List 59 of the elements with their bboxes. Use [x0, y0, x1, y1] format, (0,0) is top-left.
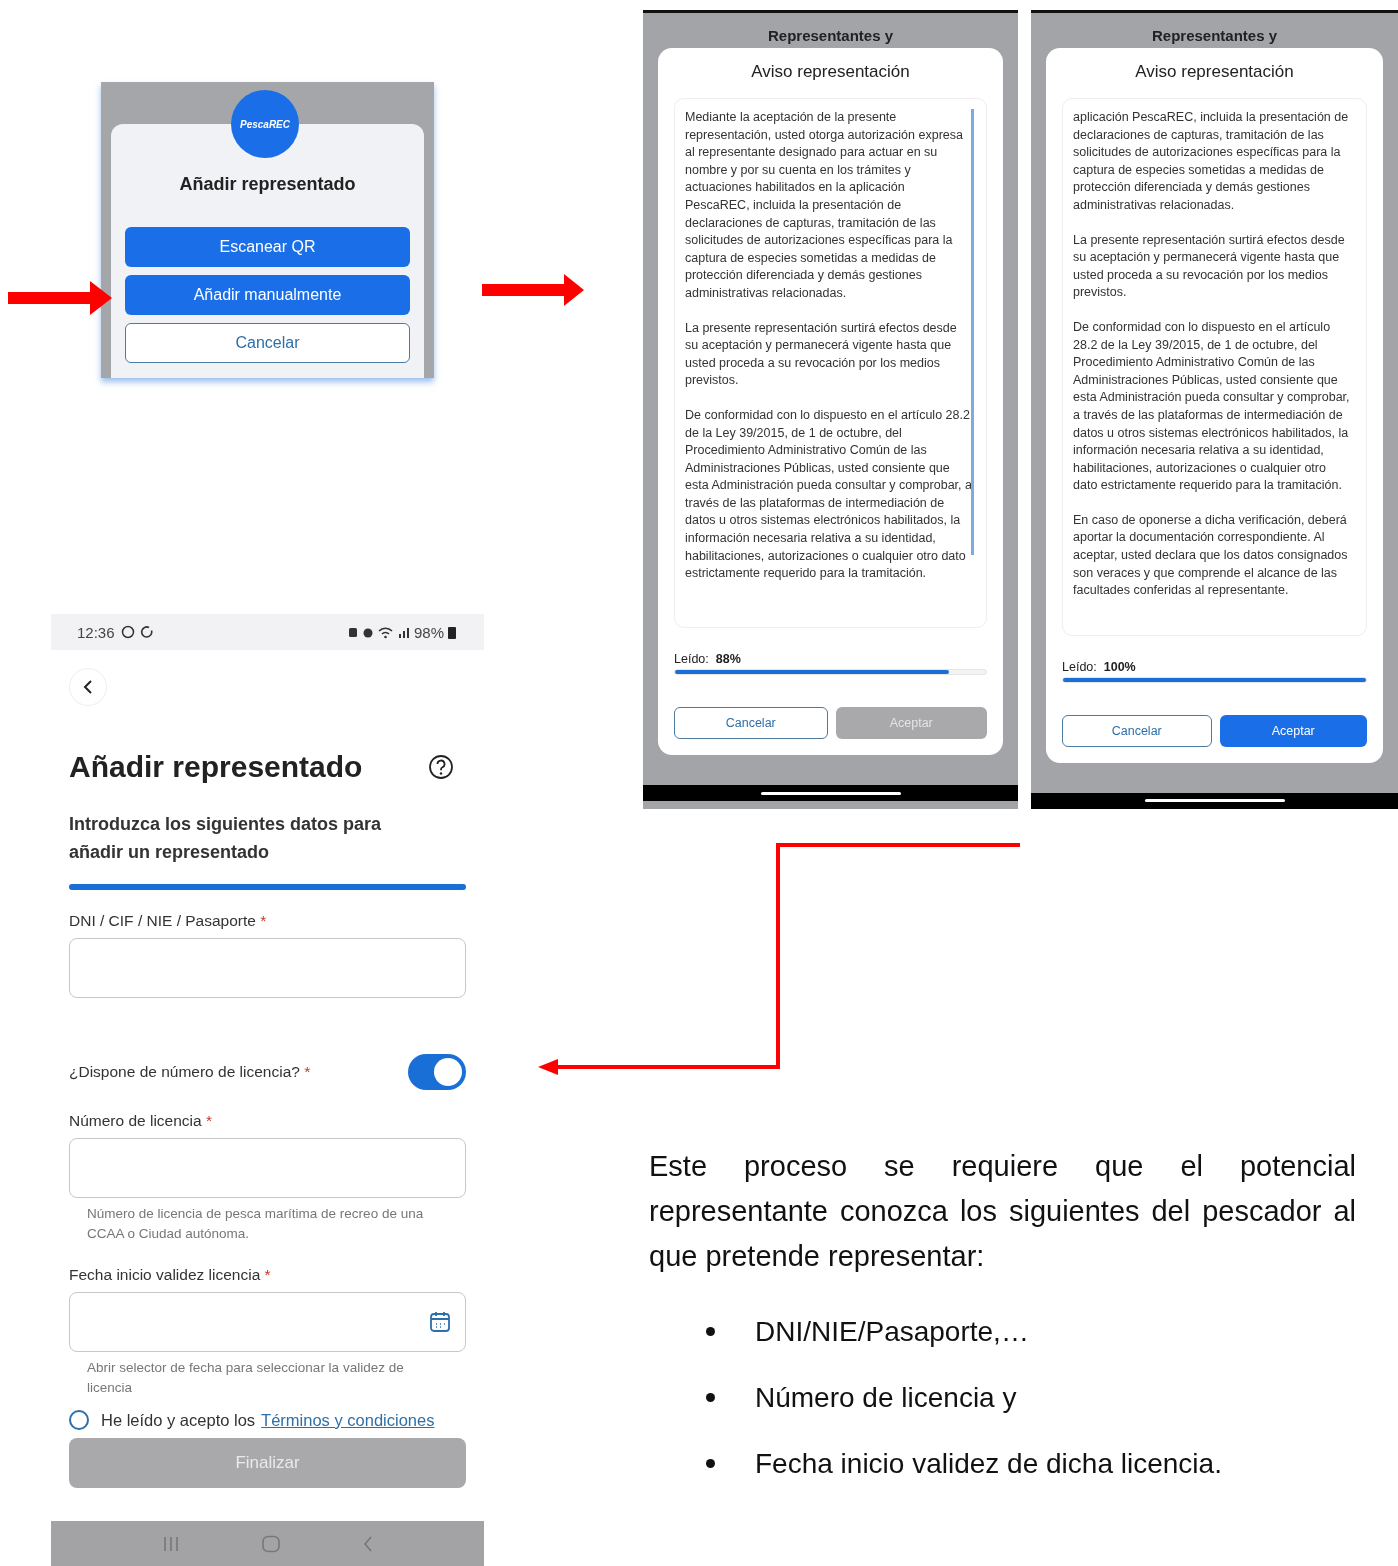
modal-title: Aviso representación [1134, 62, 1295, 82]
wifi-icon [377, 625, 394, 639]
sync-icon [138, 625, 153, 639]
modal-title: Aviso representación [750, 62, 911, 82]
home-indicator[interactable] [760, 791, 901, 795]
back-button[interactable] [69, 668, 107, 706]
scrollbar[interactable] [971, 109, 974, 555]
status-time: 12:36 [77, 623, 115, 641]
field-hint: Abrir selector de fecha para seleccionar la validez de licencia [86, 1359, 405, 1397]
bullet-text: DNI/NIE/Pasaporte,… [755, 1315, 1029, 1348]
field-label: Número de licencia * [69, 1112, 214, 1130]
battery-saver-icon [347, 625, 358, 639]
read-label: Leído: [1062, 659, 1097, 674]
battery-percent: 98% [413, 623, 444, 641]
dialog-button[interactable]: Añadir manualmente [125, 275, 410, 315]
notice-paragraph: La presente representación surtirá efectos desde su aceptación y permanecerá vigente hasta que usted proceda a su revocación por los medios previstos. [1073, 231, 1346, 302]
bullet-icon [706, 1327, 715, 1337]
screen-header: Representantes y [766, 26, 895, 46]
dialog-button[interactable]: Cancelar [125, 323, 410, 363]
notice-paragraph: aplicación PescaREC, incluida la presentación de declaraciones de capturas, tramitación de las solicitudes de autorizaciones específicas para la captura de especies sometidas a medidas de protección diferenciada y demás gestiones administrativas relacionadas. [1073, 109, 1350, 214]
dialog-button[interactable]: Escanear QR [125, 227, 410, 267]
terms-link[interactable]: Términos y condiciones [261, 1410, 435, 1430]
notice-paragraph: Mediante la aceptación de la presente representación, usted otorga autorización expresa al representante designado para actuar en su nombre y por su cuenta en los trámites y actuaciones habilitados en la aplicación PescaREC, incluida la presentación de declaraciones de capturas, tramitación de las solicitudes de autorizaciones específicas para la captura de especies sometidas a medidas de protección diferenciada y demás gestiones administrativas relacionadas. [685, 109, 964, 302]
read-value: 100% [1103, 659, 1136, 674]
modal-button[interactable]: Cancelar [1062, 714, 1212, 747]
notice-paragraph: En caso de oponerse a dicha verificación, deberá aportar la documentación correspondiente. Al aceptar, usted declara que los datos consignados son veraces y que comprende el alcance de las facultades conferidas al representante. [1073, 511, 1349, 600]
read-value: 88% [715, 652, 741, 666]
notice-paragraph: De conformidad con lo dispuesto en el artículo 28.2 de la Ley 39/2015, de 1 de octubre, del Procedimiento Administrativo Común de las Administraciones Públicas, usted consiente que esta Administración pueda consultar y comprobar, a través de las plataformas de intermediación de datos u otros sistemas electrónicos habilitados, la información necesaria relativa a su identidad, habilitaciones, autorizaciones o cualquier otro dato estrictamente requerido para la tramitación. [1073, 318, 1351, 495]
description-paragraph: Este proceso se requiere que el potencial representante conozca los siguientes del pescador al que pretende representar: [649, 1148, 1356, 1274]
signal-icon [397, 625, 410, 639]
back-icon [83, 679, 93, 695]
form-subtitle: Introduzca los siguientes datos para añadir un representado [69, 813, 383, 864]
calendar-icon[interactable] [429, 1311, 451, 1333]
bullet-text: Número de licencia y [755, 1381, 1017, 1414]
field-label: ¿Dispone de número de licencia? * [69, 1063, 311, 1081]
bullet-text: Fecha inicio validez de dicha licencia. [755, 1447, 1222, 1480]
input-field[interactable] [69, 1138, 466, 1198]
field-label: DNI / CIF / NIE / Pasaporte * [69, 912, 268, 930]
input-field[interactable] [69, 938, 466, 998]
help-icon[interactable] [428, 754, 454, 780]
modal-button[interactable]: Aceptar [1219, 714, 1367, 747]
notice-paragraph: De conformidad con lo dispuesto en el artículo 28.2 de la Ley 39/2015, de 1 de octubre, del Procedimiento Administrativo Común de las Administraciones Públicas, usted consiente que esta Administración pueda consultar y comprobar, a través de las plataformas de intermediación de datos u otros sistemas electrónicos habilitados, la información necesaria relativa a su identidad, habilitaciones, autorizaciones o cualquier otro dato estrictamente requerido para la tramitación. [685, 406, 972, 583]
input-field[interactable] [69, 1292, 466, 1352]
notice-paragraph: La presente representación surtirá efectos desde su aceptación y permanecerá vigente hasta que usted proceda a su revocación por los medios previstos. [685, 319, 958, 390]
bullet-icon [706, 1393, 715, 1403]
terms-text: He leído y acepto los [101, 1410, 256, 1430]
modal-button[interactable]: Cancelar [674, 707, 828, 739]
screen-header: Representantes y [1150, 26, 1279, 46]
terms-checkbox[interactable] [69, 1410, 89, 1430]
battery-icon [448, 625, 456, 639]
read-label: Leído: [674, 652, 709, 666]
page-title: Añadir representado [69, 750, 363, 784]
field-label: Fecha inicio validez licencia * [69, 1266, 272, 1284]
field-hint: Número de licencia de pesca marítima de recreo de una CCAA o Ciudad autónoma. [86, 1205, 425, 1243]
toggle-switch[interactable] [408, 1054, 466, 1090]
logo-badge: PescaREC [231, 90, 299, 158]
home-indicator[interactable] [1144, 799, 1285, 803]
bullet-icon [706, 1459, 715, 1469]
dialog-title: Añadir representado [178, 174, 357, 195]
